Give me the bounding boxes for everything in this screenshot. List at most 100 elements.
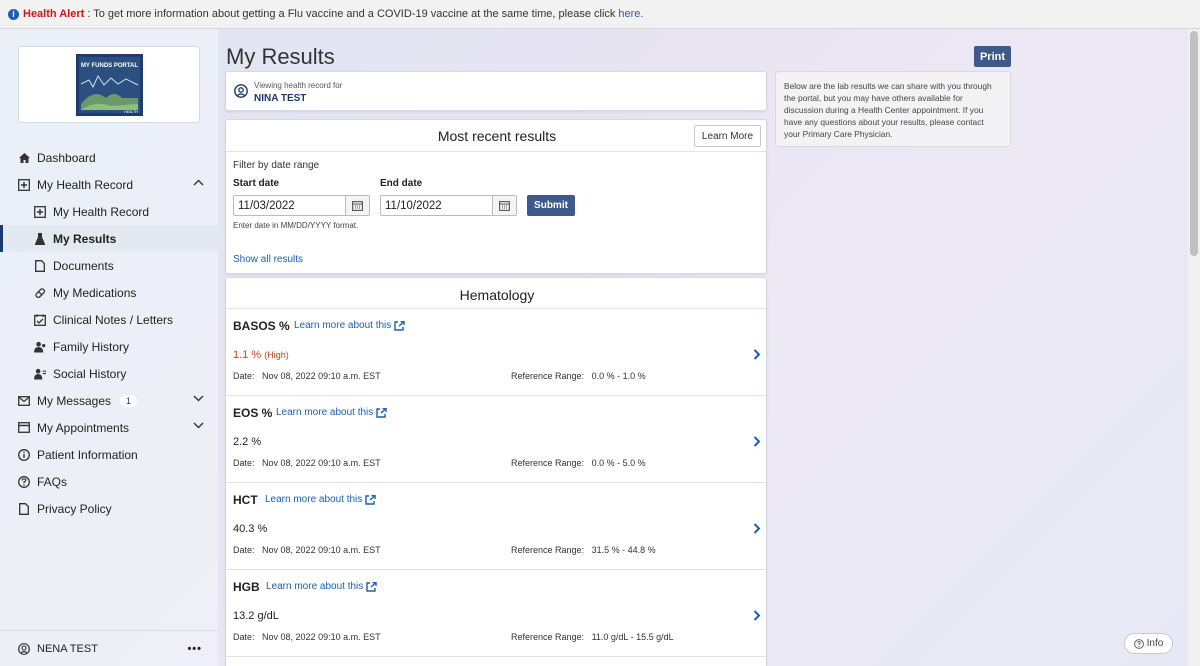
chevron-down-icon[interactable] (193, 395, 204, 402)
sidebar-item-label: Family History (53, 339, 130, 354)
logo-sub: HEALTH (124, 110, 138, 114)
end-date-label: End date (380, 178, 423, 189)
sidebar-subitem-my-health-record[interactable]: My Health Record (0, 198, 218, 225)
sidebar-item-label: Documents (53, 258, 114, 273)
result-row[interactable]: BASOS % Learn more about this 1.1 % (Hig… (226, 309, 766, 396)
learn-more-link[interactable]: Learn more about this (276, 407, 387, 418)
chevron-down-icon[interactable] (193, 422, 204, 429)
patient-banner: Viewing health record for NINA TEST (225, 71, 767, 111)
sidebar-item-label: Privacy Policy (37, 501, 112, 516)
envelope-icon (18, 395, 30, 407)
logo[interactable]: MY FUNDS PORTAL HEALTH (18, 46, 200, 123)
record-icon (34, 205, 46, 218)
scrollbar-thumb[interactable] (1190, 31, 1198, 256)
sidebar-item-label: Patient Information (37, 447, 138, 462)
user-menu[interactable]: NENA TEST ••• (0, 630, 218, 666)
page-title: My Results (226, 44, 335, 69)
reference-range: Reference Range: 0.0 % - 1.0 % (511, 371, 646, 381)
info-icon (18, 448, 30, 461)
sidebar-item-my-appointments[interactable]: My Appointments (0, 414, 218, 441)
calendar-icon (18, 422, 30, 434)
hematology-title: Hematology (459, 287, 535, 303)
sidebar-item-label: FAQs (37, 474, 68, 489)
filter-label: Filter by date range (233, 160, 320, 171)
result-row[interactable]: HCT Learn more about this 40.3 % Date: N… (226, 483, 766, 570)
high-flag: (High) (264, 350, 289, 360)
external-link-icon (394, 320, 405, 331)
reference-range: Reference Range: 31.5 % - 44.8 % (511, 545, 656, 555)
learn-more-link[interactable]: Learn more about this (265, 494, 376, 505)
result-date: Date: Nov 08, 2022 09:10 a.m. EST (233, 371, 381, 381)
question-icon (1133, 638, 1144, 649)
question-icon (18, 475, 30, 488)
message-count-badge: 1 (120, 394, 138, 407)
record-icon (18, 178, 30, 191)
sidebar-item-label: My Messages (37, 393, 112, 408)
family-icon (34, 341, 46, 353)
result-row[interactable]: EOS % Learn more about this 2.2 % Date: … (226, 396, 766, 483)
sidebar-item-label: My Results (53, 231, 117, 246)
sidebar-subitem-documents[interactable]: Documents (0, 252, 218, 279)
show-all-results-link[interactable]: Show all results (233, 254, 303, 265)
info-button[interactable]: Info (1124, 633, 1173, 654)
info-button-label: Info (1146, 638, 1164, 649)
sidebar-subitem-clinical-notes[interactable]: Clinical Notes / Letters (0, 306, 218, 333)
recent-results-title: Most recent results (437, 128, 557, 144)
start-date-input[interactable]: 11/03/2022 (233, 195, 370, 216)
print-button[interactable]: Print (974, 46, 1011, 67)
sidebar-item-label: My Medications (53, 285, 137, 300)
social-icon (34, 368, 46, 380)
reference-range: Reference Range: 0.0 % - 5.0 % (511, 458, 646, 468)
date-format-hint: Enter date in MM/DD/YYYY format. (233, 221, 359, 230)
results-info-note: Below are the lab results we can share w… (775, 71, 1011, 147)
document-icon (34, 259, 46, 272)
recent-results-panel: Most recent results Learn More Filter by… (225, 119, 767, 274)
submit-button[interactable]: Submit (527, 195, 575, 216)
end-date-input[interactable]: 11/10/2022 (380, 195, 517, 216)
sidebar-subitem-social-history[interactable]: Social History (0, 360, 218, 387)
alert-label: Health Alert (23, 8, 85, 20)
sidebar-item-privacy-policy[interactable]: Privacy Policy (0, 495, 218, 522)
sidebar-item-my-messages[interactable]: My Messages 1 (0, 387, 218, 414)
sidebar: MY FUNDS PORTAL HEALTH Dashboard My Heal… (0, 29, 218, 666)
learn-more-button[interactable]: Learn More (694, 125, 761, 147)
pill-icon (34, 287, 46, 299)
result-name: EOS % (233, 406, 273, 420)
home-icon (18, 152, 30, 164)
result-value: 13.2 g/dL (233, 610, 279, 622)
sidebar-item-my-health-record[interactable]: My Health Record (0, 171, 218, 198)
sidebar-item-patient-information[interactable]: Patient Information (0, 441, 218, 468)
chevron-right-icon[interactable] (753, 523, 761, 534)
document-icon (18, 502, 30, 515)
alert-link[interactable]: here. (618, 8, 643, 20)
sidebar-subitem-my-results[interactable]: My Results (0, 225, 218, 252)
result-name: BASOS % (233, 319, 290, 333)
sidebar-subitem-my-medications[interactable]: My Medications (0, 279, 218, 306)
calendar-icon[interactable] (492, 196, 516, 215)
notes-icon (34, 314, 46, 326)
more-options-icon[interactable]: ••• (187, 643, 202, 655)
result-value: 2.2 % (233, 436, 262, 448)
sidebar-subitem-family-history[interactable]: Family History (0, 333, 218, 360)
sidebar-item-label: My Health Record (37, 177, 134, 192)
learn-more-link[interactable]: Learn more about this (294, 320, 405, 331)
flask-icon (34, 232, 46, 245)
divider (226, 151, 766, 152)
learn-more-link[interactable]: Learn more about this (266, 581, 377, 592)
sidebar-item-label: Social History (53, 366, 127, 381)
result-row[interactable]: HGB Learn more about this 13.2 g/dL Date… (226, 570, 766, 657)
patient-name: NINA TEST (254, 93, 307, 104)
chevron-right-icon[interactable] (753, 436, 761, 447)
user-icon (18, 642, 30, 655)
viewing-label: Viewing health record for (254, 81, 343, 90)
chevron-right-icon[interactable] (753, 349, 761, 360)
sidebar-item-faqs[interactable]: FAQs (0, 468, 218, 495)
chevron-right-icon[interactable] (753, 610, 761, 621)
sidebar-item-label: Dashboard (37, 150, 96, 165)
chevron-up-icon[interactable] (193, 179, 204, 186)
sidebar-item-dashboard[interactable]: Dashboard (0, 144, 218, 171)
external-link-icon (365, 494, 376, 505)
calendar-icon[interactable] (345, 196, 369, 215)
alert-message: : To get more information about getting … (87, 8, 616, 20)
hematology-panel: Hematology BASOS % Learn more about this… (225, 277, 767, 666)
